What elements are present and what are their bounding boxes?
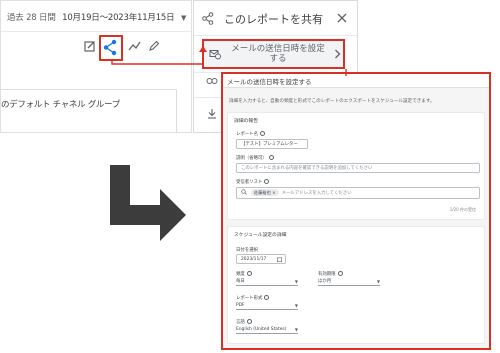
date-range-value: 10月19日～2023年11月15日 [62,13,175,23]
language-value: English (United States) [236,327,287,332]
format-label: レポート形式 [236,295,270,301]
dropdown-arrow-icon: ▼ [294,327,298,332]
frequency-value: 毎日 [236,279,245,284]
chevron-down-icon: ▼ [180,14,187,22]
close-icon[interactable] [337,13,347,23]
share-button[interactable] [99,35,123,61]
recipients-label-text: 受信者リスト [236,180,263,185]
download-icon[interactable] [207,108,217,119]
report-name-label: レポート名 [236,131,265,137]
help-icon[interactable] [264,179,270,184]
end-date-select[interactable]: ほか月 ▼ [318,278,380,286]
frequency-select[interactable]: 毎日 ▼ [236,278,298,286]
end-date-label: 有効期限 [318,271,343,277]
help-icon[interactable] [268,155,274,160]
dialog-header: メールの送信日時を設定する [223,74,489,88]
language-label: 言語 [236,319,252,325]
report-name-field[interactable]: 【テスト】プレミアムレター [236,139,308,149]
report-details-section: 詳細の報告 レポート名 【テスト】プレミアムレター 説明（省略可） このレポート… [227,112,485,220]
language-select[interactable]: English (United States) ▼ [236,326,298,334]
edit-comparison-icon[interactable] [83,39,97,53]
help-icon[interactable] [246,319,252,324]
recipients-label: 受信者リスト [236,179,270,185]
schedule-details-section: スケジュール設定の詳細 日付を選択 2023/11/17 頻度 毎日 ▼ 有効期限… [227,226,485,344]
format-select[interactable]: PDF ▼ [236,302,298,310]
start-date-label: 日付を選択 [236,248,258,253]
format-label-text: レポート形式 [236,296,263,301]
dropdown-arrow-icon: ▼ [294,279,298,284]
frequency-label-text: 頻度 [236,272,245,277]
report-card [1,89,177,132]
dialog-description: 詳細を入力すると、自動の頻度と形式でこのレポートのエクスポートをスケジュール設定… [229,99,435,104]
recipients-field[interactable]: 佐藤裕也 × メールアドレスを入力してください [236,187,480,199]
calendar-icon [277,257,282,262]
recipient-count: 1/20 件の受信 [449,207,476,212]
help-icon[interactable] [337,271,343,276]
schedule-email-icon [209,50,221,60]
share-panel-header: このレポートを共有 [194,1,357,35]
frequency-label: 頻度 [236,271,252,277]
share-icon [202,12,214,25]
description-label-text: 説明（省略可） [236,156,267,161]
description-field[interactable]: このレポートに含まれる内容を確認できる説明を追加してください [236,163,480,173]
report-panel: 過去 28 日間 10月19日～2023年11月15日 ▼ のデフォルト チャネ… [0,0,192,133]
flow-arrow-icon [110,165,186,241]
description-label: 説明（省略可） [236,155,274,161]
dialog-title: メールの送信日時を設定する [227,78,312,86]
pencil-icon[interactable] [147,39,161,53]
date-range-prefix: 過去 28 日間 [7,13,56,23]
share-icon [103,39,117,56]
start-date-field[interactable]: 2023/11/17 [236,254,286,264]
dropdown-arrow-icon: ▼ [376,279,380,284]
insights-icon[interactable] [127,39,141,53]
recipient-chip-name: 佐藤裕也 [254,190,271,195]
card-title: のデフォルト チャネル グループ [1,100,121,110]
report-details-title: 詳細の報告 [234,119,258,124]
help-icon[interactable] [264,295,270,300]
share-panel-title: このレポートを共有 [224,13,323,26]
toolbar-divider [1,31,191,32]
language-label-text: 言語 [236,320,245,325]
help-icon[interactable] [246,271,252,276]
schedule-details-title: スケジュール設定の詳細 [234,233,287,238]
report-name-label-text: レポート名 [236,132,258,137]
format-value: PDF [236,303,245,308]
recipient-input-placeholder: メールアドレスを入力してください [281,191,352,196]
help-icon[interactable] [259,131,265,136]
schedule-email-dialog: メールの送信日時を設定する 詳細を入力すると、自動の頻度と形式でこのレポートのエ… [221,72,491,350]
start-date-value: 2023/11/17 [241,257,267,262]
panel-divider [194,35,357,36]
schedule-email-button[interactable]: メールの送信日時を設定する [202,39,345,69]
link-icon[interactable] [206,77,218,85]
dropdown-arrow-icon: ▼ [294,303,298,308]
recipient-chip[interactable]: 佐藤裕也 × [251,189,279,196]
chevron-right-icon [335,49,341,59]
end-date-label-text: 有効期限 [318,272,336,277]
schedule-email-label: メールの送信日時を設定する [231,44,325,64]
end-date-value: ほか月 [318,279,332,284]
search-icon [241,189,247,195]
date-range-selector[interactable]: 過去 28 日間 10月19日～2023年11月15日 ▼ [7,11,186,23]
